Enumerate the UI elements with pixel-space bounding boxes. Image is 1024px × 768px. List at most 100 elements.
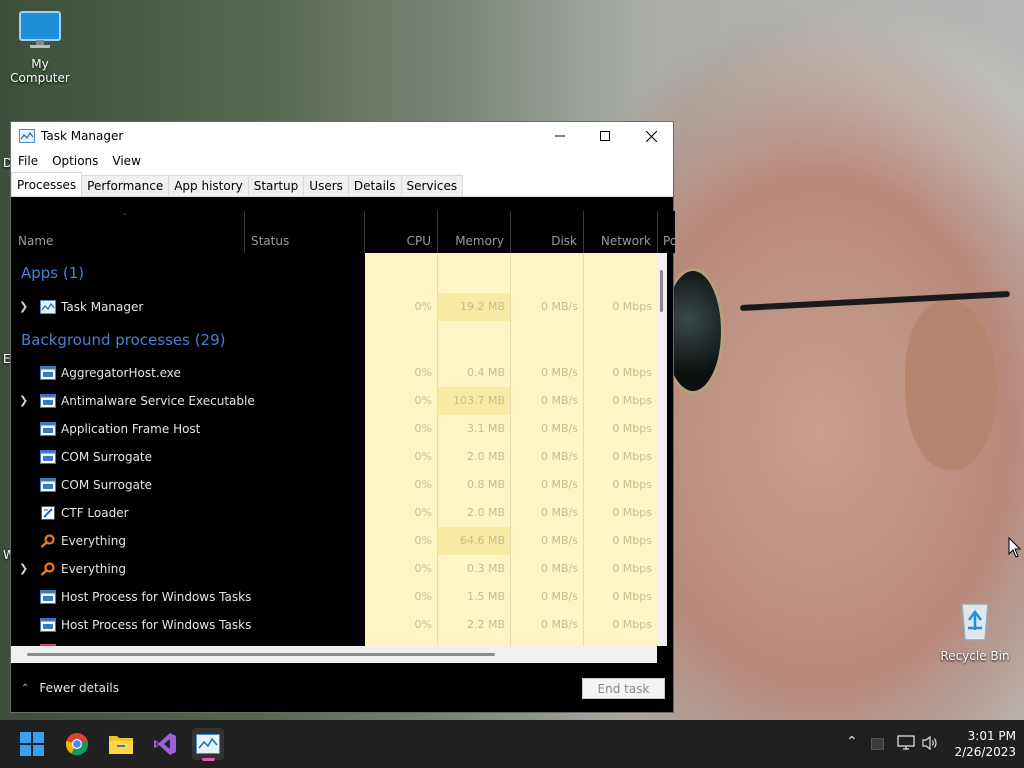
window-process-icon [40,422,56,436]
column-network[interactable]: Network [584,211,657,253]
process-name: Host Process for Windows Tasks [61,590,252,604]
title-bar[interactable]: Task Manager [11,122,673,150]
table-row[interactable]: COM Surrogate 0% 2.0 MB 0 MB/s 0 Mbps [11,443,667,471]
speaker-icon[interactable] [921,735,939,751]
network-value: 0 Mbps [612,590,652,603]
task-manager-icon [40,300,56,314]
table-row[interactable]: ❯ Everything 0% 0.3 MB 0 MB/s 0 Mbps [11,555,667,583]
vertical-scrollbar[interactable] [657,253,667,646]
minimize-icon [555,135,565,137]
maximize-button[interactable] [582,122,628,150]
memory-value: 2.0 MB [466,450,505,463]
taskbar-file-explorer[interactable] [105,728,137,760]
column-power[interactable]: Po [663,211,675,253]
table-row[interactable]: COM Surrogate 0% 0.8 MB 0 MB/s 0 Mbps [11,471,667,499]
tab-performance[interactable]: Performance [81,175,170,196]
fewer-details-label: Fewer details [39,681,119,695]
memory-value: 2.2 MB [466,618,505,631]
disk-value: 0 MB/s [541,534,578,547]
column-disk[interactable]: Disk [511,211,583,253]
network-value: 0 Mbps [612,478,652,491]
visual-studio-icon [154,733,176,755]
disk-value: 0 MB/s [541,478,578,491]
network-icon[interactable] [897,735,915,751]
ctf-loader-icon [41,506,55,520]
expand-chevron-icon[interactable]: ❯ [19,293,28,321]
disk-value: 0 MB/s [541,618,578,631]
column-separator[interactable] [657,211,658,253]
task-manager-window: Task Manager File Options View Processes… [10,121,675,713]
menu-file[interactable]: File [18,154,38,168]
disk-value: 0 MB/s [541,422,578,435]
horizontal-scrollbar-thumb[interactable] [27,653,495,656]
group-header-background[interactable]: Background processes (29) [11,321,667,359]
system-clock[interactable]: 3:01 PM 2/26/2023 [946,728,1016,760]
cpu-value: 0% [414,450,432,463]
tab-strip: Processes Performance App history Startu… [11,171,673,197]
fewer-details-toggle[interactable]: ⌃ Fewer details [21,681,119,695]
tab-details[interactable]: Details [347,175,402,196]
tab-startup[interactable]: Startup [247,175,305,196]
tray-app-icon[interactable] [871,738,884,750]
start-button[interactable] [16,728,48,760]
process-name: Application Frame Host [61,422,201,436]
column-status[interactable]: Status [251,211,361,253]
table-row-partial[interactable] [11,639,667,646]
table-row[interactable]: AggregatorHost.exe 0% 0.4 MB 0 MB/s 0 Mb… [11,359,667,387]
clock-date: 2/26/2023 [954,745,1016,759]
column-cpu[interactable]: CPU [365,211,437,253]
group-header-apps[interactable]: Apps (1) [11,253,667,293]
process-name: Everything [61,534,126,548]
cell-separator [510,253,511,646]
expand-chevron-icon[interactable]: ❯ [19,555,28,583]
vertical-scrollbar-thumb[interactable] [660,270,663,312]
tab-users[interactable]: Users [303,175,349,196]
show-hidden-icons-chevron-icon[interactable]: ⌃ [846,734,858,750]
cpu-value: 0% [414,422,432,435]
task-manager-icon [19,129,35,143]
network-value: 0 Mbps [612,394,652,407]
footer-bar: ⌃ Fewer details End task [11,667,673,712]
table-row[interactable]: ❯ Task Manager 0% 19.2 MB 0 MB/s 0 Mbps [11,293,667,321]
everything-search-icon [40,534,55,548]
column-memory[interactable]: Memory [438,211,510,253]
process-name: Host Process for Windows Tasks [61,618,252,632]
window-process-icon [40,618,56,632]
chrome-icon [65,733,89,756]
table-row[interactable]: Application Frame Host 0% 3.1 MB 0 MB/s … [11,415,667,443]
close-button[interactable] [628,122,674,150]
column-separator[interactable] [244,211,245,253]
tab-processes[interactable]: Processes [11,172,83,196]
horizontal-scrollbar[interactable] [11,646,657,663]
taskbar-task-manager[interactable] [192,728,224,761]
desktop-icon-recycle-bin[interactable]: Recycle Bin [940,598,1010,663]
taskbar-chrome[interactable] [61,728,93,760]
memory-value: 3.1 MB [466,422,505,435]
memory-value: 19.2 MB [459,300,505,313]
group-title: Apps (1) [21,264,85,282]
disk-value: 0 MB/s [541,300,578,313]
table-row[interactable]: Host Process for Windows Tasks 0% 1.5 MB… [11,583,667,611]
menu-view[interactable]: View [112,154,140,168]
tab-app-history[interactable]: App history [168,175,249,196]
menu-options[interactable]: Options [52,154,98,168]
network-value: 0 Mbps [612,300,652,313]
table-row[interactable]: Host Process for Windows Tasks 0% 2.2 MB… [11,611,667,639]
window-process-icon [40,478,56,492]
table-row[interactable]: ❯ Antimalware Service Executable 0% 103.… [11,387,667,415]
table-row[interactable]: CTF Loader 0% 2.0 MB 0 MB/s 0 Mbps [11,499,667,527]
network-value: 0 Mbps [612,422,652,435]
minimize-button[interactable] [537,122,583,150]
tab-services[interactable]: Services [400,175,464,196]
table-row[interactable]: Everything 0% 64.6 MB 0 MB/s 0 Mbps [11,527,667,555]
disk-value: 0 MB/s [541,366,578,379]
taskbar-visual-studio[interactable] [149,728,181,760]
cpu-value: 0% [414,562,432,575]
process-name: Task Manager [61,300,144,314]
task-manager-icon [196,734,220,754]
column-header: ˆ Name Status CPU Memory Disk Network Po [11,211,675,253]
desktop-icon-my-computer[interactable]: My Computer [2,10,78,85]
end-task-button[interactable]: End task [582,678,665,699]
expand-chevron-icon[interactable]: ❯ [19,387,28,415]
column-name[interactable]: Name [18,211,243,253]
